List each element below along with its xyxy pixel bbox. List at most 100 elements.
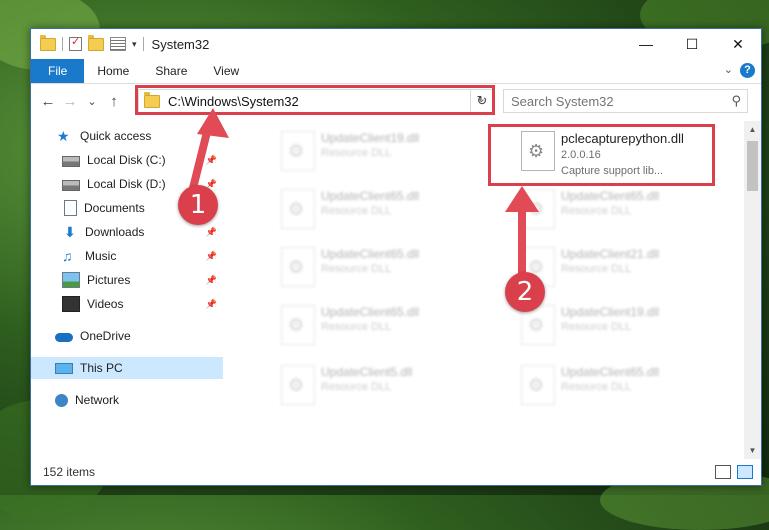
- sidebar-item-this-pc[interactable]: This PC: [31, 357, 223, 379]
- window-title: System32: [151, 36, 210, 52]
- details-view-icon[interactable]: [715, 465, 731, 479]
- file-item[interactable]: UpdateClient19.dll Resource DLL: [515, 301, 740, 351]
- search-icon[interactable]: ⚲: [731, 93, 741, 109]
- sidebar-item-label: Network: [75, 393, 120, 407]
- sidebar-item-label: Local Disk (C:): [87, 153, 166, 167]
- pin-icon[interactable]: 📌: [206, 227, 217, 238]
- file-name: UpdateClient21.dll: [561, 247, 660, 261]
- tab-view[interactable]: View: [200, 59, 252, 83]
- address-highlight-box: [135, 85, 495, 115]
- file-item[interactable]: UpdateClient65.dll Resource DLL: [275, 243, 505, 293]
- file-name: UpdateClient19.dll: [321, 131, 420, 145]
- search-box[interactable]: ⚲: [503, 89, 748, 113]
- file-name: UpdateClient65.dll: [321, 247, 420, 261]
- vertical-scrollbar[interactable]: ▲ ▼: [744, 121, 761, 459]
- help-icon[interactable]: ?: [740, 63, 755, 78]
- properties-check-icon[interactable]: [69, 35, 82, 51]
- disk-icon: [62, 180, 80, 191]
- music-icon: ♫: [62, 248, 73, 264]
- file-item[interactable]: UpdateClient65.dll Resource DLL: [515, 361, 740, 411]
- search-input[interactable]: [504, 90, 723, 112]
- pin-icon[interactable]: 📌: [206, 275, 217, 286]
- sidebar-item-label: Music: [85, 249, 117, 263]
- scroll-thumb[interactable]: [747, 141, 758, 191]
- sidebar-item-pictures[interactable]: Pictures 📌: [31, 269, 223, 291]
- disk-icon: [62, 156, 80, 167]
- documents-icon: [64, 200, 77, 216]
- file-type: Resource DLL: [561, 263, 632, 275]
- back-button[interactable]: ←: [37, 93, 59, 110]
- file-name: UpdateClient65.dll: [561, 189, 660, 203]
- arrow-2-head-icon: [505, 186, 539, 212]
- window-controls: — ☐ ✕: [623, 29, 761, 59]
- maximize-button[interactable]: ☐: [669, 29, 715, 59]
- close-button[interactable]: ✕: [715, 29, 761, 59]
- tab-home[interactable]: Home: [84, 59, 142, 83]
- file-type: Resource DLL: [321, 381, 392, 393]
- dll-file-icon: [281, 131, 315, 171]
- file-item[interactable]: UpdateClient65.dll Resource DLL: [275, 301, 505, 351]
- step-2-badge: 2: [505, 272, 545, 312]
- file-item[interactable]: UpdateClient5.dll Resource DLL: [275, 361, 505, 411]
- file-highlight-box: [488, 124, 715, 186]
- pictures-icon: [62, 272, 80, 288]
- network-icon: [55, 393, 68, 407]
- cloud-icon: [55, 333, 73, 342]
- file-type: Resource DLL: [321, 147, 392, 159]
- file-type: Resource DLL: [561, 381, 632, 393]
- status-bar: 152 items: [31, 459, 761, 485]
- arrow-2-shaft: [518, 205, 526, 275]
- sidebar-item-music[interactable]: ♫ Music 📌: [31, 245, 223, 267]
- videos-icon: [62, 296, 80, 312]
- file-type: Resource DLL: [321, 321, 392, 333]
- ribbon-tabs: File Home Share View ⌄ ?: [31, 59, 761, 84]
- sidebar-item-label: Local Disk (D:): [87, 177, 166, 191]
- file-item[interactable]: UpdateClient19.dll Resource DLL: [275, 127, 505, 177]
- customize-toolbar-dropdown-icon[interactable]: ▾: [132, 39, 137, 50]
- pin-icon[interactable]: 📌: [206, 299, 217, 310]
- file-type: Resource DLL: [321, 205, 392, 217]
- file-name: UpdateClient19.dll: [561, 305, 660, 319]
- dll-file-icon: [281, 365, 315, 405]
- new-folder-icon[interactable]: [88, 34, 104, 51]
- toolbar-separator: [142, 37, 144, 51]
- file-name: UpdateClient5.dll: [321, 365, 413, 379]
- forward-button[interactable]: →: [59, 93, 81, 110]
- file-item[interactable]: UpdateClient65.dll Resource DLL: [275, 185, 505, 235]
- properties-icon[interactable]: [110, 37, 126, 51]
- up-button[interactable]: ↑: [103, 93, 125, 110]
- tab-file[interactable]: File: [31, 59, 85, 83]
- sidebar-item-label: Videos: [87, 297, 124, 311]
- folder-icon: [40, 34, 56, 51]
- dll-file-icon: [281, 247, 315, 287]
- pin-icon[interactable]: 📌: [206, 251, 217, 262]
- sidebar-item-onedrive[interactable]: OneDrive: [31, 325, 223, 347]
- sidebar-item-network[interactable]: Network: [31, 389, 223, 411]
- explorer-window: ▾ System32 — ☐ ✕ File Home Share View ⌄ …: [30, 28, 762, 486]
- file-item[interactable]: UpdateClient21.dll Resource DLL: [515, 243, 740, 293]
- sidebar-item-label: Documents: [84, 201, 145, 215]
- file-name: UpdateClient65.dll: [561, 365, 660, 379]
- sidebar-item-videos[interactable]: Videos 📌: [31, 293, 223, 315]
- tiles-view-icon[interactable]: [737, 465, 753, 479]
- sidebar-item-label: OneDrive: [80, 329, 131, 343]
- star-icon: ★: [57, 128, 70, 144]
- minimize-button[interactable]: —: [623, 29, 669, 59]
- recent-locations-button[interactable]: ⌄: [81, 95, 103, 108]
- dll-file-icon: [281, 189, 315, 229]
- dll-file-icon: [281, 305, 315, 345]
- sidebar-item-label: Quick access: [80, 129, 152, 143]
- pin-icon[interactable]: 📌: [206, 155, 217, 166]
- expand-ribbon-icon[interactable]: ⌄: [724, 63, 733, 76]
- scroll-down-icon[interactable]: ▼: [744, 442, 761, 459]
- arrow-1-head-icon: [197, 108, 229, 138]
- file-type: Resource DLL: [321, 263, 392, 275]
- file-name: UpdateClient65.dll: [321, 189, 420, 203]
- sidebar-item-label: Pictures: [87, 273, 131, 287]
- file-type: Resource DLL: [561, 321, 632, 333]
- scroll-up-icon[interactable]: ▲: [744, 121, 761, 138]
- file-item[interactable]: UpdateClient65.dll Resource DLL: [515, 185, 740, 235]
- tab-share[interactable]: Share: [142, 59, 200, 83]
- toolbar-separator: [62, 37, 63, 51]
- quick-access-toolbar: ▾: [40, 34, 144, 51]
